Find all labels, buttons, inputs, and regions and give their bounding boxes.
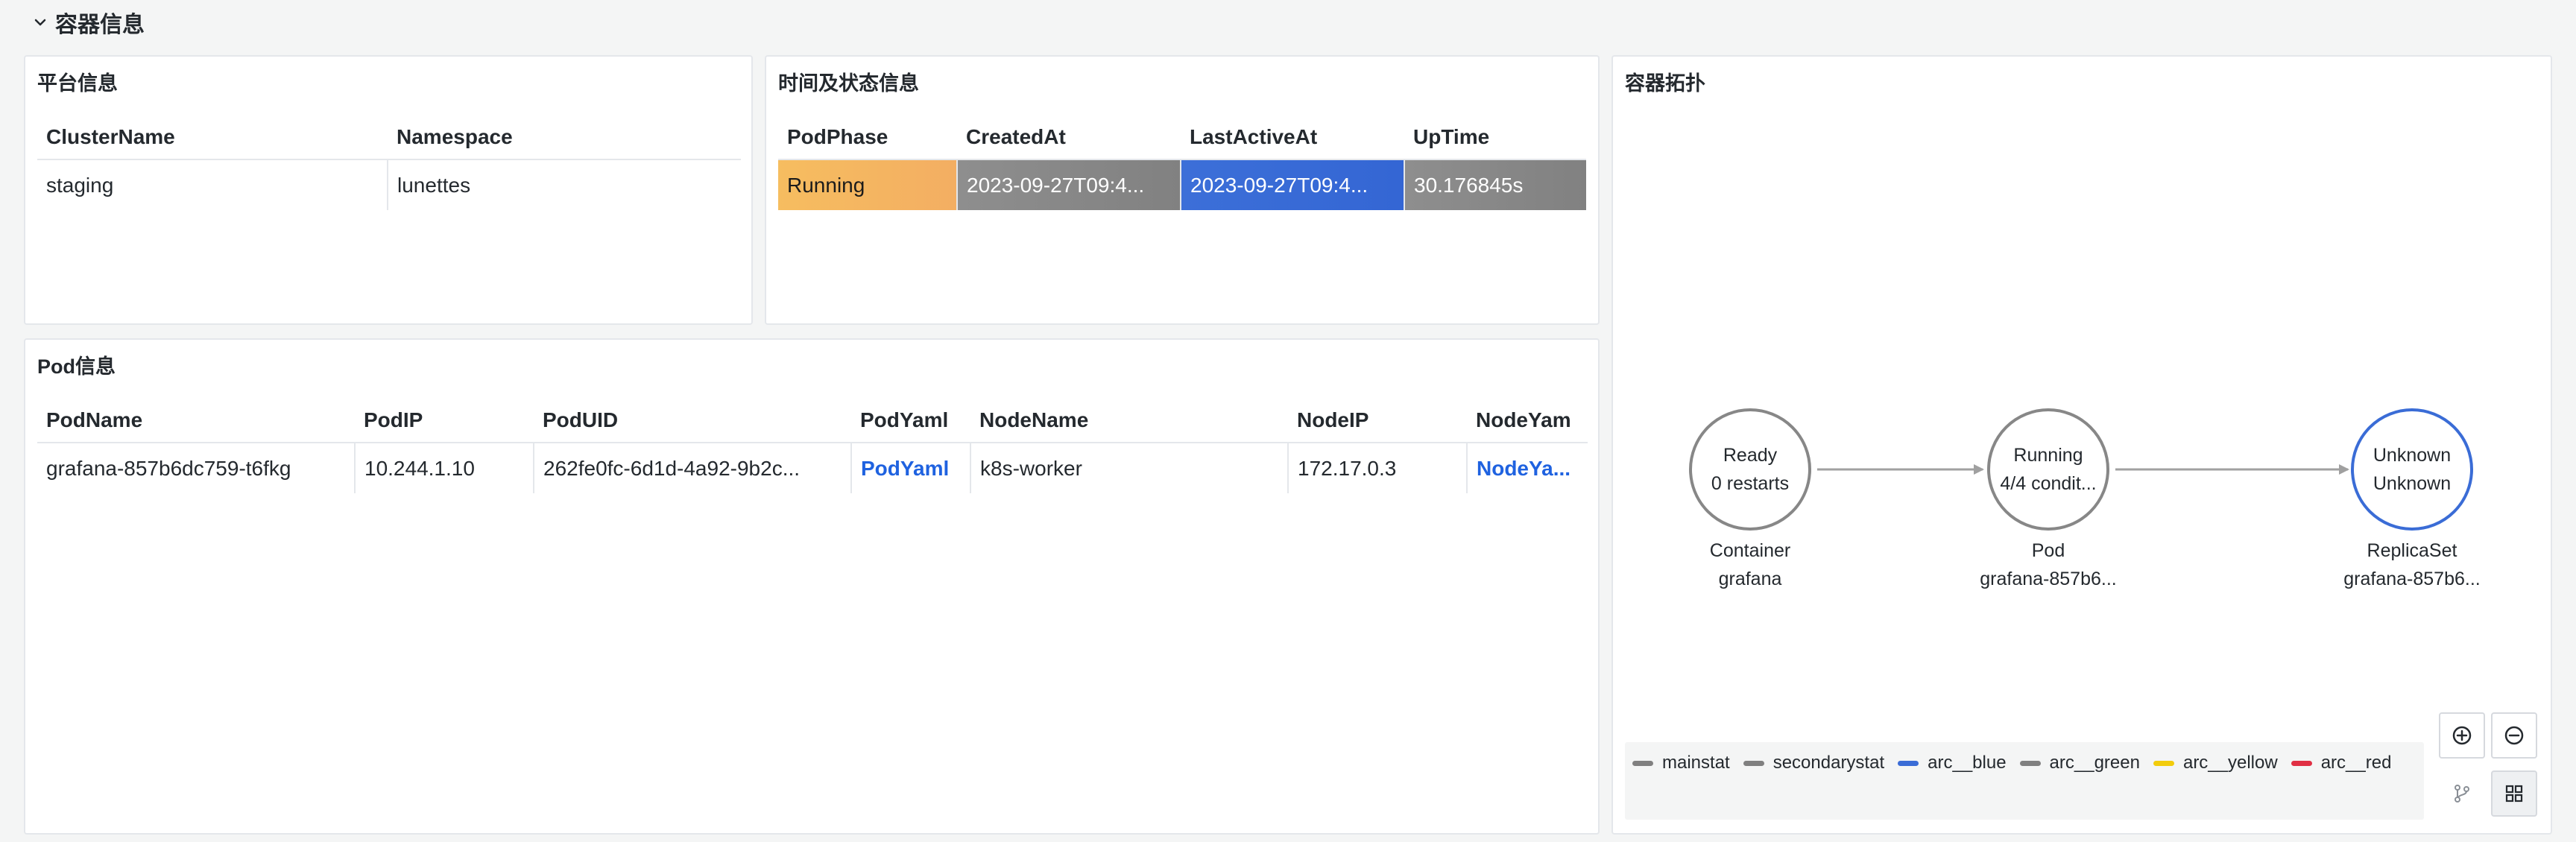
column-header-createdat[interactable]: CreatedAt bbox=[957, 115, 1181, 160]
cell-nodename: k8s-worker bbox=[970, 443, 1289, 493]
node-kind: Pod bbox=[2031, 540, 2065, 561]
platform-panel: 平台信息 ClusterName Namespace staging lunet… bbox=[24, 55, 753, 325]
grid-icon bbox=[2505, 785, 2523, 803]
column-header-podyaml[interactable]: PodYaml bbox=[851, 398, 970, 443]
topology-graph[interactable] bbox=[1611, 55, 2552, 726]
legend-item-secondarystat[interactable]: secondarystat bbox=[1743, 747, 1884, 779]
secondarystat: Unknown bbox=[2373, 473, 2452, 494]
platform-table: ClusterName Namespace staging lunettes bbox=[37, 115, 741, 210]
table-row: staging lunettes bbox=[37, 159, 741, 210]
cell-podphase: Running bbox=[778, 159, 958, 210]
column-header-lastactiveat[interactable]: LastActiveAt bbox=[1181, 115, 1404, 160]
legend-item-arc-yellow[interactable]: arc__yellow bbox=[2153, 747, 2278, 779]
cell-clustername: staging bbox=[37, 159, 388, 210]
table-row: Running 2023-09-27T09:4... 2023-09-27T09… bbox=[778, 159, 1586, 210]
cell-poduid: 262fe0fc-6d1d-4a92-9b2c... bbox=[534, 443, 852, 493]
zoom-out-button[interactable] bbox=[2491, 712, 2537, 759]
table-row: grafana-857b6dc759-t6fkg 10.244.1.10 262… bbox=[37, 443, 1588, 493]
column-header-nodeyaml[interactable]: NodeYam bbox=[1467, 398, 1588, 443]
secondarystat: 0 restarts bbox=[1711, 473, 1790, 494]
column-header-uptime[interactable]: UpTime bbox=[1404, 115, 1586, 160]
zoom-out-icon bbox=[2504, 726, 2524, 745]
legend-swatch bbox=[2291, 760, 2312, 766]
row-header[interactable]: 容器信息 bbox=[33, 6, 145, 39]
node-name: grafana bbox=[1718, 569, 1782, 589]
column-header-clustername[interactable]: ClusterName bbox=[37, 115, 388, 160]
node-name: grafana-857b6... bbox=[2343, 569, 2481, 589]
node-replicaset-stats: Unknown Unknown bbox=[2373, 441, 2451, 498]
legend-item-arc-blue[interactable]: arc__blue bbox=[1898, 747, 2007, 779]
legend-item-arc-red[interactable]: arc__red bbox=[2291, 747, 2392, 779]
node-pod-stats: Running 4/4 condit... bbox=[2000, 441, 2096, 498]
pod-panel: Pod信息 PodName PodIP PodUID PodYaml NodeN… bbox=[24, 338, 1600, 835]
legend-swatch bbox=[1743, 760, 1764, 766]
node-name: grafana-857b6... bbox=[1980, 569, 2117, 589]
node-container-stats: Ready 0 restarts bbox=[1711, 441, 1789, 498]
node-container-label: Container grafana bbox=[1710, 536, 1790, 593]
column-header-nodename[interactable]: NodeName bbox=[970, 398, 1288, 443]
legend-item-mainstat[interactable]: mainstat bbox=[1632, 747, 1730, 779]
cell-uptime: 30.176845s bbox=[1404, 159, 1586, 210]
pod-table: PodName PodIP PodUID PodYaml NodeName No… bbox=[37, 398, 1588, 493]
time-status-table: PodPhase CreatedAt LastActiveAt UpTime R… bbox=[778, 115, 1586, 210]
podyaml-link[interactable]: PodYaml bbox=[851, 443, 971, 493]
column-header-podip[interactable]: PodIP bbox=[355, 398, 534, 443]
time-status-panel: 时间及状态信息 PodPhase CreatedAt LastActiveAt … bbox=[765, 55, 1600, 325]
legend-swatch bbox=[2019, 760, 2041, 766]
branch-icon bbox=[2455, 785, 2469, 803]
cell-namespace: lunettes bbox=[397, 173, 471, 197]
mainstat: Unknown bbox=[2373, 445, 2452, 466]
column-header-namespace[interactable]: Namespace bbox=[388, 115, 741, 160]
node-kind: Container bbox=[1709, 540, 1791, 561]
column-header-poduid[interactable]: PodUID bbox=[534, 398, 851, 443]
row-title: 容器信息 bbox=[55, 13, 145, 37]
legend-label: secondarystat bbox=[1772, 753, 1885, 773]
layout-grid-button[interactable] bbox=[2491, 770, 2537, 817]
zoom-in-button[interactable] bbox=[2439, 712, 2485, 759]
zoom-in-icon bbox=[2452, 726, 2472, 745]
chevron-down-icon[interactable] bbox=[33, 15, 48, 30]
column-header-nodeip[interactable]: NodeIP bbox=[1288, 398, 1467, 443]
panel-title: 时间及状态信息 bbox=[778, 72, 919, 95]
cell-podname: grafana-857b6dc759-t6fkg bbox=[37, 443, 356, 493]
legend-label: arc__red bbox=[2320, 753, 2392, 773]
panel-title: Pod信息 bbox=[37, 355, 116, 378]
legend-item-arc-green[interactable]: arc__green bbox=[2019, 747, 2140, 779]
legend-swatch bbox=[2153, 760, 2174, 766]
secondarystat: 4/4 condit... bbox=[2000, 473, 2097, 494]
cell-lastactiveat: 2023-09-27T09:4... bbox=[1181, 159, 1405, 210]
legend-label: arc__yellow bbox=[2182, 753, 2278, 773]
mainstat: Ready bbox=[1723, 445, 1778, 466]
panel-title: 平台信息 bbox=[37, 72, 118, 95]
legend-label: mainstat bbox=[1662, 753, 1730, 773]
legend-label: arc__green bbox=[2049, 753, 2140, 773]
topology-legend: mainstat secondarystat arc__blue arc__gr… bbox=[1625, 742, 2424, 820]
cell-createdat: 2023-09-27T09:4... bbox=[957, 159, 1181, 210]
cell-podip: 10.244.1.10 bbox=[355, 443, 534, 493]
layout-graph-button[interactable] bbox=[2439, 770, 2485, 817]
nodeyaml-link[interactable]: NodeYa... bbox=[1467, 443, 1588, 493]
node-kind: ReplicaSet bbox=[2367, 540, 2457, 561]
legend-swatch bbox=[1632, 760, 1653, 766]
node-replicaset-label: ReplicaSet grafana-857b6... bbox=[2343, 536, 2480, 593]
cell-nodeip: 172.17.0.3 bbox=[1288, 443, 1468, 493]
column-header-podname[interactable]: PodName bbox=[37, 398, 355, 443]
legend-label: arc__blue bbox=[1928, 753, 2007, 773]
mainstat: Running bbox=[2013, 445, 2083, 466]
column-header-podphase[interactable]: PodPhase bbox=[778, 115, 957, 160]
legend-swatch bbox=[1898, 760, 1919, 766]
node-pod-label: Pod grafana-857b6... bbox=[1980, 536, 2116, 593]
